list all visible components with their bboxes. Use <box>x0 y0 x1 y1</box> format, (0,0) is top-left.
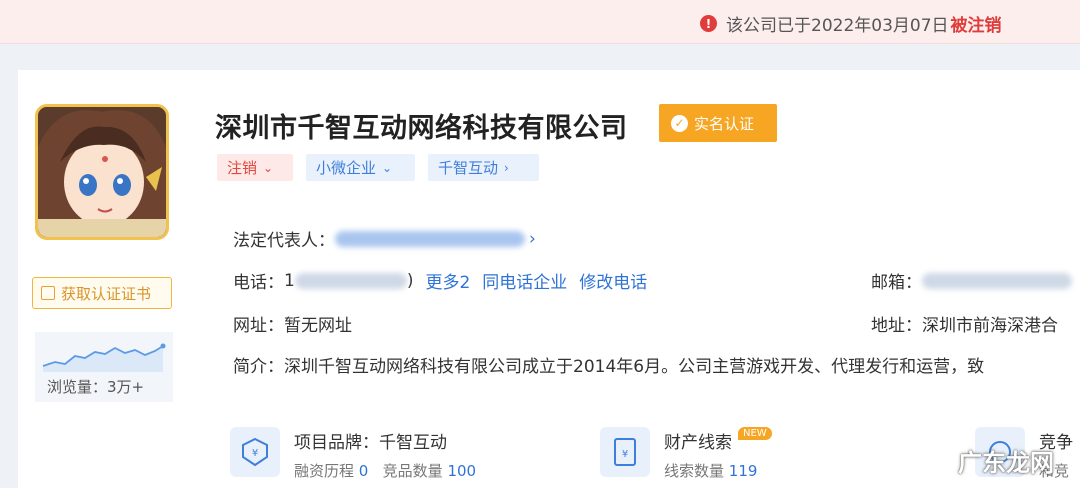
competitor-count[interactable]: 100 <box>447 462 476 480</box>
tag-label: 小微企业 <box>316 159 377 177</box>
verified-label: 实名认证 <box>694 114 755 133</box>
tag-label: 千智互动 <box>438 159 499 177</box>
new-badge: NEW <box>738 427 772 440</box>
more-phones-link[interactable]: 更多2 <box>425 268 470 293</box>
same-phone-companies-link[interactable]: 同电话企业 <box>482 268 567 293</box>
feature-project-brand[interactable]: ¥ 项目品牌：千智互动 融资历程 0 竞品数量 100 <box>230 415 476 488</box>
intro-label: 简介： <box>233 357 284 377</box>
email-value-redacted[interactable] <box>922 272 1072 289</box>
email-label: 邮箱： <box>871 273 922 293</box>
svg-text:¥: ¥ <box>622 449 628 460</box>
edit-phone-link[interactable]: 修改电话 <box>579 268 647 293</box>
phone-row: 电话： 1 ) 更多2 同电话企业 修改电话 <box>233 268 647 294</box>
competitor-label: 竞品数量 <box>382 462 443 480</box>
certificate-icon <box>41 286 55 300</box>
views-count: 浏览量：3万+ <box>47 378 145 396</box>
views-trend-sparkline <box>42 343 166 372</box>
alert-circle-icon: ! <box>700 15 717 32</box>
financing-count[interactable]: 0 <box>359 462 369 480</box>
clue-count[interactable]: 119 <box>729 462 758 480</box>
tag-status-cancelled[interactable]: 注销 ⌄ <box>217 154 293 181</box>
website-label: 网址： <box>233 316 284 336</box>
feature-title: 项目品牌：千智互动 <box>294 433 447 453</box>
watermark-text: 广东龙网 <box>958 449 1054 477</box>
website-value: 暂无网址 <box>284 316 352 336</box>
company-logo <box>35 104 169 240</box>
address-value[interactable]: 深圳市前海深港合 <box>922 311 1058 336</box>
feature-property-clues[interactable]: ¥ 财产线索 NEW 线索数量 119 <box>600 415 772 488</box>
property-clue-icon: ¥ <box>600 427 650 477</box>
cancellation-text: 该公司已于2022年03月07日 <box>726 16 949 36</box>
cancellation-banner: ! 该公司已于2022年03月07日 被注销 <box>0 0 1080 44</box>
financing-label: 融资历程 <box>294 462 355 480</box>
company-name: 深圳市千智互动网络科技有限公司 <box>215 113 628 144</box>
legal-rep-label: 法定代表人： <box>233 231 335 251</box>
intro-row: 简介： 深圳千智互动网络科技有限公司成立于2014年6月。公司主营游戏开发、代理… <box>233 352 1080 377</box>
address-row: 地址： 深圳市前海深港合 <box>871 311 1058 336</box>
cancellation-message: ! 该公司已于2022年03月07日 被注销 <box>700 11 1002 36</box>
website-row: 网址： 暂无网址 <box>233 311 352 336</box>
property-clue-title: 财产线索 <box>664 433 732 453</box>
email-row: 邮箱： <box>871 268 1072 293</box>
get-certificate-label: 获取认证证书 <box>61 284 152 303</box>
phone-prefix: 1 <box>284 270 295 291</box>
check-circle-icon: ✓ <box>671 114 688 132</box>
chevron-right-icon: › <box>529 228 536 249</box>
anime-girl-avatar-icon <box>38 107 166 237</box>
cancellation-status: 被注销 <box>950 16 1002 36</box>
intro-value: 深圳千智互动网络科技有限公司成立于2014年6月。公司主营游戏开发、代理发行和运… <box>284 357 985 377</box>
tag-label: 注销 <box>227 159 258 177</box>
get-certificate-button[interactable]: 获取认证证书 <box>32 277 172 309</box>
feature-title: 财产线索 NEW <box>664 427 772 453</box>
phone-close-paren: ) <box>406 270 414 291</box>
project-brand-icon: ¥ <box>230 427 280 477</box>
address-label: 地址： <box>871 316 922 336</box>
views-widget: 浏览量：3万+ <box>35 332 173 402</box>
chevron-right-icon: › <box>504 160 509 175</box>
clue-count-label: 线索数量 <box>664 462 725 480</box>
verified-badge[interactable]: ✓ 实名认证 <box>659 104 777 142</box>
chevron-down-icon: ⌄ <box>382 160 393 175</box>
phone-value-redacted <box>294 272 407 289</box>
svg-text:¥: ¥ <box>252 448 258 459</box>
chevron-down-icon: ⌄ <box>263 160 274 175</box>
feature-stats: 线索数量 119 <box>664 460 772 481</box>
legal-rep-row: 法定代表人： › <box>233 226 536 252</box>
phone-label: 电话： <box>233 273 284 293</box>
feature-stats: 融资历程 0 竞品数量 100 <box>294 460 476 481</box>
tag-brand[interactable]: 千智互动 › <box>428 154 539 181</box>
tag-company-size[interactable]: 小微企业 ⌄ <box>306 154 415 181</box>
legal-rep-value-redacted[interactable] <box>335 230 525 247</box>
